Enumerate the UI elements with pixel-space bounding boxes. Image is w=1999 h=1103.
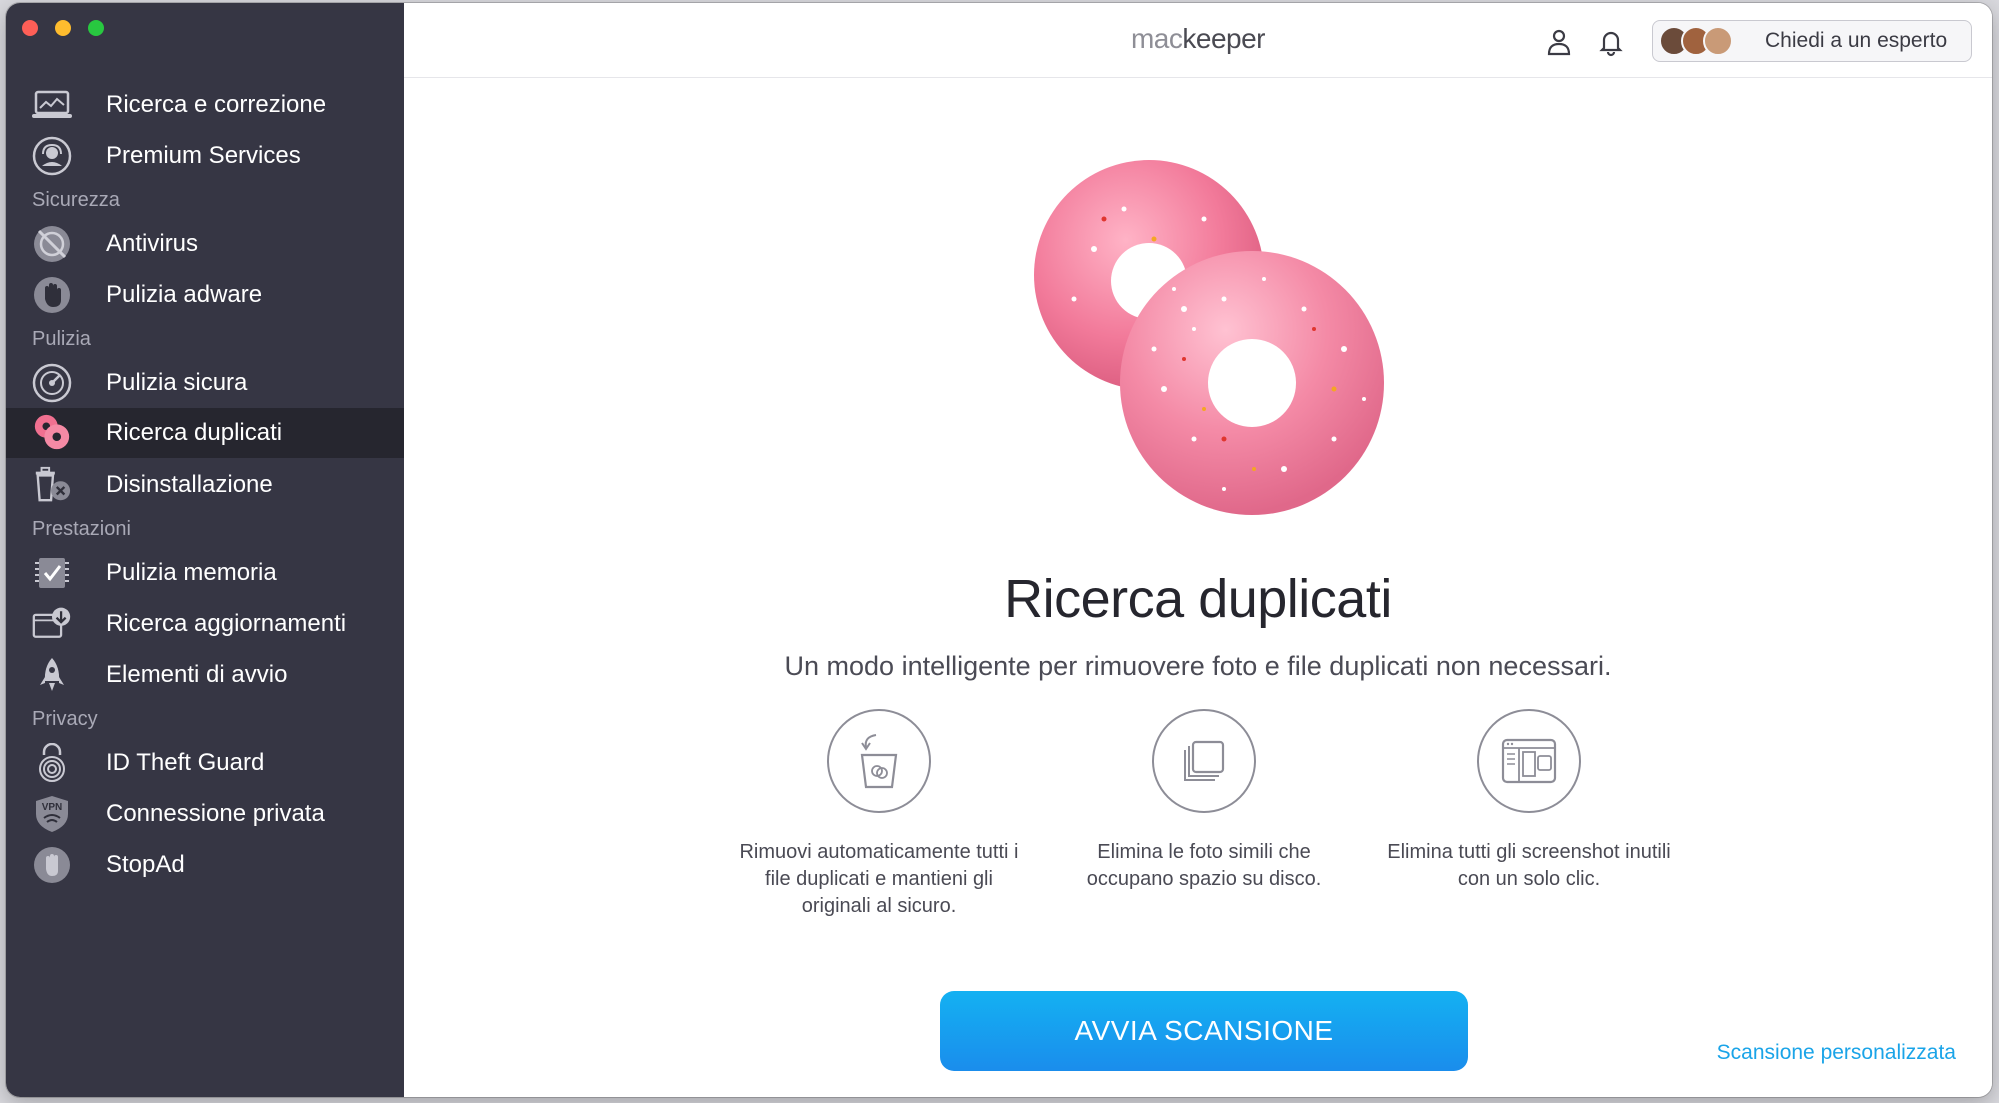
account-icon[interactable]: [1544, 27, 1574, 57]
sidebar-item-label: Premium Services: [106, 142, 301, 169]
rocket-icon: [32, 655, 72, 695]
ask-expert-button[interactable]: Chiedi a un esperto: [1652, 20, 1972, 62]
feature-screenshots: Elimina tutti gli screenshot inutili con…: [1379, 709, 1679, 893]
sidebar-item-label: Connessione privata: [106, 800, 325, 827]
donut-front: [1120, 251, 1384, 515]
feature-description: Elimina le foto simili che occupano spaz…: [1086, 841, 1322, 890]
hand-icon: [32, 275, 72, 315]
section-label-privacy: Privacy: [32, 708, 98, 730]
sidebar-item-stopad[interactable]: StopAd: [6, 841, 404, 889]
start-scan-button[interactable]: AVVIA SCANSIONE: [940, 991, 1468, 1071]
fingerprint-icon: [32, 743, 72, 783]
sidebar-item-id-theft-guard[interactable]: ID Theft Guard: [6, 739, 404, 787]
disk-clean-icon: [32, 363, 72, 403]
stop-hand-icon: [32, 845, 72, 885]
duplicates-icon: [32, 412, 72, 452]
sidebar-item-label: Ricerca duplicati: [106, 419, 283, 446]
section-label-sicurezza: Sicurezza: [32, 189, 120, 211]
sidebar-item-label: Antivirus: [106, 230, 199, 257]
sidebar-item-label: StopAd: [106, 851, 185, 878]
sidebar-item-label: ID Theft Guard: [106, 749, 265, 776]
sidebar-item-label: Ricerca aggiornamenti: [106, 610, 347, 637]
sidebar-item-elementi-avvio[interactable]: Elementi di avvio: [6, 651, 404, 699]
main-panel: mackeeper Chiedi a un esperto Ricerca du…: [404, 3, 1992, 1097]
sidebar-item-premium-services[interactable]: Premium Services: [6, 132, 404, 180]
minimize-window-button[interactable]: [55, 20, 71, 36]
section-label-prestazioni: Prestazioni: [32, 518, 131, 540]
section-label-pulizia: Pulizia: [32, 328, 91, 350]
ask-expert-label: Chiedi a un esperto: [1765, 29, 1948, 52]
app-window: Ricerca e correzione Premium Services Si…: [6, 3, 1992, 1097]
vpn-icon: VPN: [32, 794, 72, 834]
sidebar-item-ricerca-duplicati[interactable]: Ricerca duplicati: [6, 408, 404, 458]
brand-logo-light: mac: [1130, 23, 1183, 54]
sidebar-item-ricerca-correzione[interactable]: Ricerca e correzione: [6, 81, 404, 129]
trash-x-icon: [32, 465, 72, 505]
sidebar-item-label: Disinstallazione: [106, 471, 273, 498]
sidebar-item-ricerca-aggiornamenti[interactable]: Ricerca aggiornamenti: [6, 600, 404, 648]
memory-check-icon: [32, 553, 72, 593]
page-title: Ricerca duplicati: [1004, 569, 1392, 629]
sidebar-item-label: Pulizia adware: [106, 281, 263, 308]
sidebar-item-label: Elementi di avvio: [106, 661, 288, 688]
sidebar-item-antivirus[interactable]: Antivirus: [6, 220, 404, 268]
feature-description: Elimina tutti gli screenshot inutili con…: [1387, 841, 1671, 890]
similar-photos-icon: [1152, 709, 1256, 813]
sidebar-item-label: Ricerca e correzione: [106, 91, 327, 118]
brand-logo-dark: keeper: [1182, 23, 1266, 54]
custom-scan-link[interactable]: Scansione personalizzata: [1717, 1041, 1956, 1065]
sidebar-item-label: Pulizia sicura: [106, 369, 248, 396]
bell-icon[interactable]: [1596, 27, 1626, 57]
expert-avatars: [1659, 25, 1733, 57]
feature-remove-duplicates: Rimuovi automaticamente tutti i file dup…: [729, 709, 1029, 920]
feature-description: Rimuovi automaticamente tutti i file dup…: [739, 841, 1019, 917]
duplicates-hero-illustration: [404, 139, 1992, 529]
sidebar-item-label: Pulizia memoria: [106, 559, 277, 586]
shield-off-icon: [32, 224, 72, 264]
avatar: [1703, 26, 1733, 56]
trash-bin-icon: [827, 709, 931, 813]
zoom-window-button[interactable]: [88, 20, 104, 36]
headset-icon: [32, 136, 72, 176]
top-bar: mackeeper Chiedi a un esperto: [404, 3, 1992, 78]
feature-similar-photos: Elimina le foto simili che occupano spaz…: [1054, 709, 1354, 893]
sidebar-item-pulizia-memoria[interactable]: Pulizia memoria: [6, 549, 404, 597]
sidebar-item-connessione-privata[interactable]: VPN Connessione privata: [6, 790, 404, 838]
page-subtitle: Un modo intelligente per rimuovere foto …: [784, 651, 1612, 681]
close-window-button[interactable]: [22, 20, 38, 36]
sidebar: Ricerca e correzione Premium Services Si…: [6, 3, 404, 1097]
sidebar-item-pulizia-sicura[interactable]: Pulizia sicura: [6, 359, 404, 407]
sidebar-item-disinstallazione[interactable]: Disinstallazione: [6, 461, 404, 509]
update-download-icon: [32, 604, 72, 644]
svg-text:VPN: VPN: [42, 802, 63, 813]
screenshot-icon: [1477, 709, 1581, 813]
laptop-chart-icon: [32, 85, 72, 125]
sidebar-item-pulizia-adware[interactable]: Pulizia adware: [6, 271, 404, 319]
